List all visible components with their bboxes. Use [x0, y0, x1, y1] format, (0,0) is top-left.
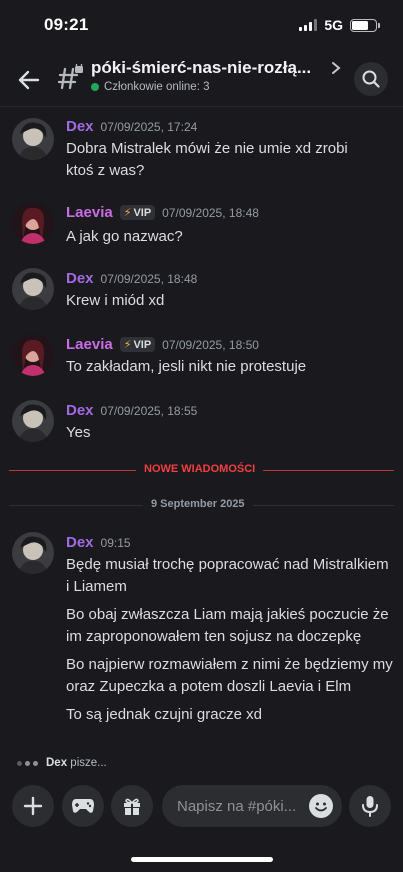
voice-message-button[interactable] — [349, 785, 391, 827]
message-header: Laevia ⚡ VIP 07/09/2025, 18:50 — [66, 336, 259, 353]
date-divider-label: 9 September 2025 — [143, 498, 253, 510]
new-messages-label: NOWE WIADOMOŚCI — [136, 463, 264, 475]
message-line: To zakładam, jesli nikt nie protestuje — [66, 358, 307, 375]
timestamp: 07/09/2025, 17:24 — [100, 119, 198, 134]
gift-button[interactable] — [111, 785, 153, 827]
message-text: Krew i miód xd — [66, 290, 386, 312]
message-paragraph: Bo najpierw rozmawiałem z nimi że będzie… — [66, 656, 393, 695]
avatar[interactable] — [12, 334, 54, 376]
avatar[interactable] — [12, 400, 54, 442]
header-divider — [0, 106, 403, 107]
online-count: Członkowie online: 3 — [104, 81, 210, 93]
message-paragraph: Bo obaj zwłaszcza Liam mają jakieś poczu… — [66, 606, 389, 645]
online-status: Członkowie online: 3 — [91, 81, 341, 93]
vip-badge: ⚡ VIP — [119, 205, 156, 220]
message-text: To zakładam, jesli nikt nie protestuje — [66, 356, 386, 378]
message-header: Laevia ⚡ VIP 07/09/2025, 18:48 — [66, 204, 259, 221]
typing-indicator: Dex pisze... — [17, 757, 107, 769]
home-indicator — [131, 857, 273, 862]
vip-badge: ⚡ VIP — [119, 337, 156, 352]
message-header: Dex 07/09/2025, 18:48 — [66, 270, 197, 287]
timestamp: 07/09/2025, 18:48 — [100, 271, 198, 286]
vip-label: VIP — [133, 206, 152, 219]
message-line: Yes — [66, 424, 91, 441]
typing-suffix: pisze... — [67, 757, 107, 769]
activities-button[interactable] — [62, 785, 104, 827]
battery-icon — [350, 18, 380, 32]
author-name[interactable]: Dex — [66, 118, 94, 135]
timestamp: 07/09/2025, 18:48 — [162, 205, 259, 220]
timestamp: 07/09/2025, 18:55 — [100, 403, 198, 418]
avatar[interactable] — [12, 268, 54, 310]
status-indicators: 5G — [299, 17, 380, 33]
lightning-icon: ⚡ — [123, 207, 132, 219]
message-line: Krew i miód xd — [66, 292, 165, 309]
message-header: Dex 07/09/2025, 17:24 — [66, 118, 197, 135]
message-text: Yes — [66, 422, 386, 444]
chevron-right-icon[interactable] — [331, 61, 341, 80]
typing-user: Dex — [46, 757, 68, 769]
message-text: A jak go nazwac? — [66, 226, 386, 248]
avatar[interactable] — [12, 202, 54, 244]
avatar[interactable] — [12, 532, 54, 574]
author-name[interactable]: Laevia — [66, 204, 113, 221]
typing-text: Dex pisze... — [46, 757, 107, 769]
gift-icon — [124, 798, 140, 816]
status-time: 09:21 — [44, 15, 89, 34]
message-header: Dex 09:15 — [66, 534, 131, 551]
network-type: 5G — [324, 17, 343, 33]
vip-label: VIP — [133, 338, 152, 351]
message-line: A jak go nazwac? — [66, 228, 183, 245]
search-icon — [362, 70, 380, 88]
typing-dots-icon — [17, 760, 38, 766]
emoji-button[interactable] — [309, 794, 333, 818]
message-paragraph: Będę musiał trochę popracować nad Mistra… — [66, 556, 389, 595]
gamepad-icon — [72, 799, 94, 813]
plus-icon — [23, 796, 43, 816]
search-button[interactable] — [354, 62, 388, 96]
message-line: Dobra Mistralek mówi że nie umie xd zrob… — [66, 140, 348, 157]
message-input[interactable] — [177, 797, 299, 815]
channel-name: póki-śmierć-nas-nie-rozłą... — [91, 58, 312, 77]
add-attachment-button[interactable] — [12, 785, 54, 827]
message-paragraph: To są jednak czujni gracze xd — [66, 706, 262, 723]
channel-header: póki-śmierć-nas-nie-rozłą... Członkowie … — [0, 55, 403, 105]
message-header: Dex 07/09/2025, 18:55 — [66, 402, 197, 419]
lightning-icon: ⚡ — [123, 339, 132, 351]
message-text: Dobra Mistralek mówi że nie umie xd zrob… — [66, 138, 386, 182]
avatar[interactable] — [12, 118, 54, 160]
author-name[interactable]: Dex — [66, 270, 94, 287]
message-input-box[interactable] — [162, 785, 342, 827]
hashtag-thread-icon — [58, 64, 83, 90]
timestamp: 09:15 — [100, 535, 131, 550]
author-name[interactable]: Dex — [66, 402, 94, 419]
message-composer — [0, 785, 403, 830]
message-line: ktoś z was? — [66, 162, 145, 179]
online-dot — [91, 83, 99, 91]
message-text: Będę musiał trochę popracować nad Mistra… — [66, 554, 394, 726]
back-button[interactable] — [14, 65, 44, 95]
status-bar: 09:21 5G — [0, 0, 403, 50]
microphone-icon — [362, 796, 378, 817]
author-name[interactable]: Laevia — [66, 336, 113, 353]
author-name[interactable]: Dex — [66, 534, 94, 551]
channel-title[interactable]: póki-śmierć-nas-nie-rozłą... Członkowie … — [91, 58, 341, 93]
timestamp: 07/09/2025, 18:50 — [162, 337, 259, 352]
arrow-left-icon — [18, 70, 40, 90]
emoji-icon — [310, 795, 332, 817]
signal-icon — [299, 19, 318, 31]
